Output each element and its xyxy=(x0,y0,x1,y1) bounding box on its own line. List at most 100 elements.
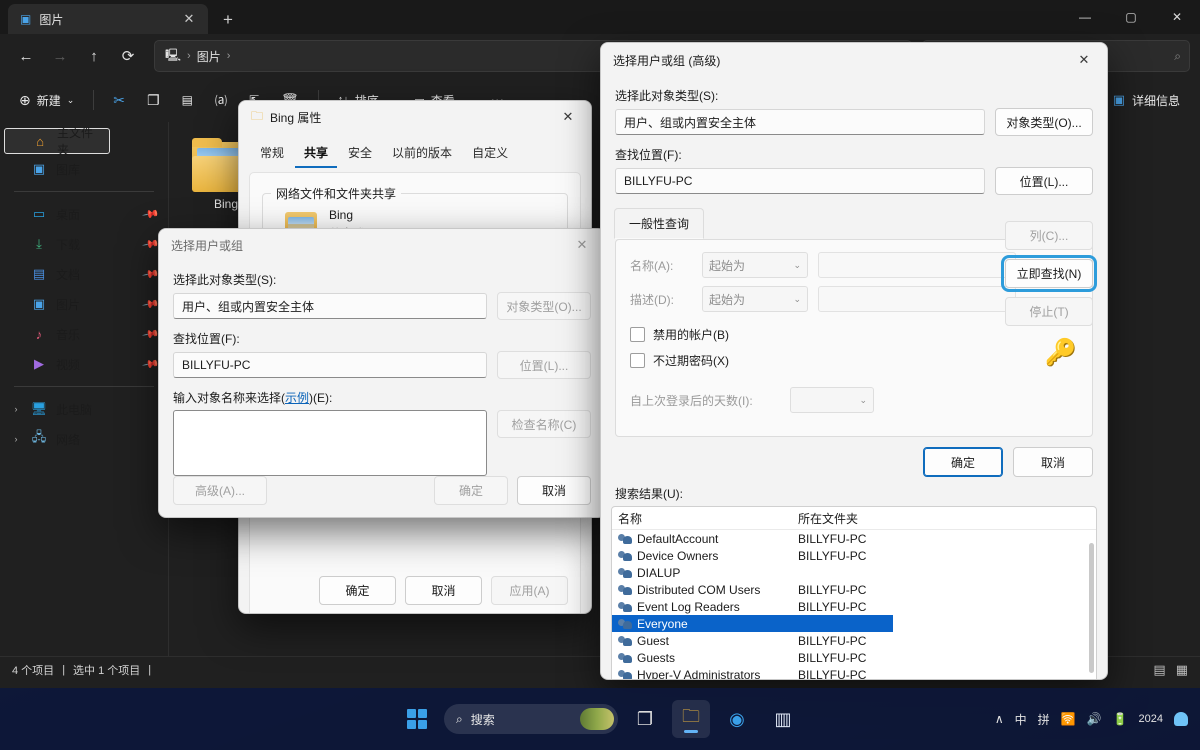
up-button[interactable]: ↑ xyxy=(78,40,110,72)
sidebar-label: 音乐 xyxy=(56,326,136,343)
ok-button[interactable]: 确定 xyxy=(434,476,508,505)
sidebar-item-network[interactable]: › 🖧 网络 xyxy=(4,424,164,454)
locations-button[interactable]: 位置(L)... xyxy=(497,351,591,379)
examples-link[interactable]: 示例 xyxy=(285,391,309,405)
battery-icon[interactable]: 🔋 xyxy=(1113,712,1128,726)
chevron-up-icon[interactable]: ∧ xyxy=(995,712,1004,726)
sidebar-item-downloads[interactable]: ⤓ 下载 📌 xyxy=(4,229,164,259)
non-expiring-password-checkbox[interactable] xyxy=(630,353,645,368)
microsoft-store-icon[interactable]: ▥ xyxy=(764,700,802,738)
task-view-icon[interactable]: ❐ xyxy=(626,700,664,738)
disabled-accounts-row[interactable]: 禁用的帐户(B) xyxy=(616,326,1092,343)
new-button[interactable]: ⊕ 新建 ⌄ xyxy=(10,84,83,116)
tab-general[interactable]: 常规 xyxy=(251,139,293,168)
search-results-list[interactable]: 名称 所在文件夹 DefaultAccountBILLYFU-PC Device… xyxy=(611,506,1097,680)
days-since-logon-select[interactable]: ⌄ xyxy=(790,387,874,413)
chevron-right-icon[interactable]: › xyxy=(10,404,22,414)
back-button[interactable]: ← xyxy=(10,40,42,72)
ime-pinyin-indicator[interactable]: 拼 xyxy=(1038,711,1050,728)
sidebar-item-music[interactable]: ♪ 音乐 📌 xyxy=(4,319,164,349)
start-button[interactable] xyxy=(398,700,436,738)
tab-previous-versions[interactable]: 以前的版本 xyxy=(383,139,461,168)
name-value-input[interactable] xyxy=(818,252,1016,278)
tab-pictures[interactable]: ▣ 图片 ✕ xyxy=(8,4,208,34)
columns-button[interactable]: 列(C)... xyxy=(1005,221,1093,250)
sidebar-item-pictures[interactable]: ▣ 图片 📌 xyxy=(4,289,164,319)
new-tab-button[interactable]: + xyxy=(214,6,242,34)
tab-security[interactable]: 安全 xyxy=(339,139,381,168)
object-names-input[interactable] xyxy=(173,410,487,476)
results-scrollbar[interactable] xyxy=(1089,543,1094,673)
ime-mode-indicator[interactable]: 中 xyxy=(1015,711,1027,728)
table-row[interactable]: Event Log ReadersBILLYFU-PC xyxy=(612,598,1096,615)
table-row[interactable]: GuestBILLYFU-PC xyxy=(612,632,1096,649)
check-names-button[interactable]: 检查名称(C) xyxy=(497,410,591,438)
ok-button[interactable]: 确定 xyxy=(319,576,396,605)
table-row[interactable]: Device OwnersBILLYFU-PC xyxy=(612,547,1096,564)
minimize-button[interactable]: — xyxy=(1062,0,1108,33)
object-types-button[interactable]: 对象类型(O)... xyxy=(995,108,1093,136)
sidebar-item-home[interactable]: ⌂ 主文件夹 xyxy=(4,128,110,154)
wifi-icon[interactable]: 🛜 xyxy=(1061,712,1076,726)
column-folder[interactable]: 所在文件夹 xyxy=(798,510,858,527)
location-value[interactable]: BILLYFU-PC xyxy=(615,168,985,194)
bell-icon[interactable] xyxy=(1174,712,1188,726)
paste-button[interactable]: ▤ xyxy=(173,84,202,116)
cancel-button[interactable]: 取消 xyxy=(1013,447,1093,477)
volume-icon[interactable]: 🔊 xyxy=(1087,712,1102,726)
table-row[interactable]: Hyper-V AdministratorsBILLYFU-PC xyxy=(612,666,1096,680)
status-sep-2: | xyxy=(148,664,151,676)
breadcrumb-current[interactable]: 图片 xyxy=(197,48,221,65)
table-row[interactable]: DIALUP xyxy=(612,564,1096,581)
search-icon[interactable]: ⌕ xyxy=(1174,49,1181,64)
description-value-input[interactable] xyxy=(818,286,1016,312)
object-type-value[interactable]: 用户、组或内置安全主体 xyxy=(615,109,985,135)
chevron-right-icon[interactable]: › xyxy=(10,434,22,444)
disabled-accounts-checkbox[interactable] xyxy=(630,327,645,342)
large-icons-view-icon[interactable]: ▦ xyxy=(1176,662,1188,678)
close-icon[interactable]: ✕ xyxy=(551,102,585,132)
sidebar-item-videos[interactable]: ▶ 视频 📌 xyxy=(4,349,164,379)
column-name[interactable]: 名称 xyxy=(618,510,798,527)
clock-year[interactable]: 2024 xyxy=(1139,713,1163,725)
description-operator-select[interactable]: 起始为 ⌄ xyxy=(702,286,808,312)
table-row[interactable]: DefaultAccountBILLYFU-PC xyxy=(612,530,1096,547)
cancel-button[interactable]: 取消 xyxy=(405,576,482,605)
close-icon[interactable]: ✕ xyxy=(178,8,200,30)
sidebar-item-desktop[interactable]: ▭ 桌面 📌 xyxy=(4,199,164,229)
table-row[interactable]: GuestsBILLYFU-PC xyxy=(612,649,1096,666)
tab-common-queries[interactable]: 一般性查询 xyxy=(614,208,704,239)
taskbar-search[interactable]: ⌕ 搜索 xyxy=(444,704,618,734)
table-row-selected[interactable]: Everyone xyxy=(612,615,893,632)
refresh-button[interactable]: ⟳ xyxy=(112,40,144,72)
advanced-button[interactable]: 高级(A)... xyxy=(173,476,267,505)
sidebar-item-gallery[interactable]: ▣ 图库 xyxy=(4,154,164,184)
close-window-button[interactable]: ✕ xyxy=(1154,0,1200,33)
tab-customize[interactable]: 自定义 xyxy=(463,139,517,168)
non-expiring-password-row[interactable]: 不过期密码(X) xyxy=(616,352,1092,369)
close-icon[interactable]: ✕ xyxy=(565,230,599,260)
copy-button[interactable]: ❐ xyxy=(138,84,169,116)
sidebar-item-documents[interactable]: ▤ 文档 📌 xyxy=(4,259,164,289)
details-view-icon[interactable]: ▤ xyxy=(1153,662,1165,678)
details-pane-button[interactable]: ▣ 详细信息 xyxy=(1103,84,1190,116)
ok-button[interactable]: 确定 xyxy=(923,447,1003,477)
table-row[interactable]: Distributed COM UsersBILLYFU-PC xyxy=(612,581,1096,598)
close-icon[interactable]: ✕ xyxy=(1067,45,1101,75)
cancel-button[interactable]: 取消 xyxy=(517,476,591,505)
stop-button[interactable]: 停止(T) xyxy=(1005,297,1093,326)
apply-button[interactable]: 应用(A) xyxy=(491,576,568,605)
locations-button[interactable]: 位置(L)... xyxy=(995,167,1093,195)
file-explorer-icon[interactable]: 🗀 xyxy=(672,700,710,738)
cut-button[interactable]: ✂ xyxy=(104,84,134,116)
tab-sharing[interactable]: 共享 xyxy=(295,139,337,168)
pin-icon[interactable]: 📌 xyxy=(142,205,161,224)
object-types-button[interactable]: 对象类型(O)... xyxy=(497,292,591,320)
forward-button[interactable]: → xyxy=(44,40,76,72)
maximize-button[interactable]: ▢ xyxy=(1108,0,1154,33)
edge-icon[interactable]: ◉ xyxy=(718,700,756,738)
find-now-button[interactable]: 立即查找(N) xyxy=(1005,259,1093,288)
rename-button[interactable]: ⒜ xyxy=(206,84,236,116)
sidebar-item-this-pc[interactable]: › 🖥 此电脑 xyxy=(4,394,164,424)
name-operator-select[interactable]: 起始为 ⌄ xyxy=(702,252,808,278)
